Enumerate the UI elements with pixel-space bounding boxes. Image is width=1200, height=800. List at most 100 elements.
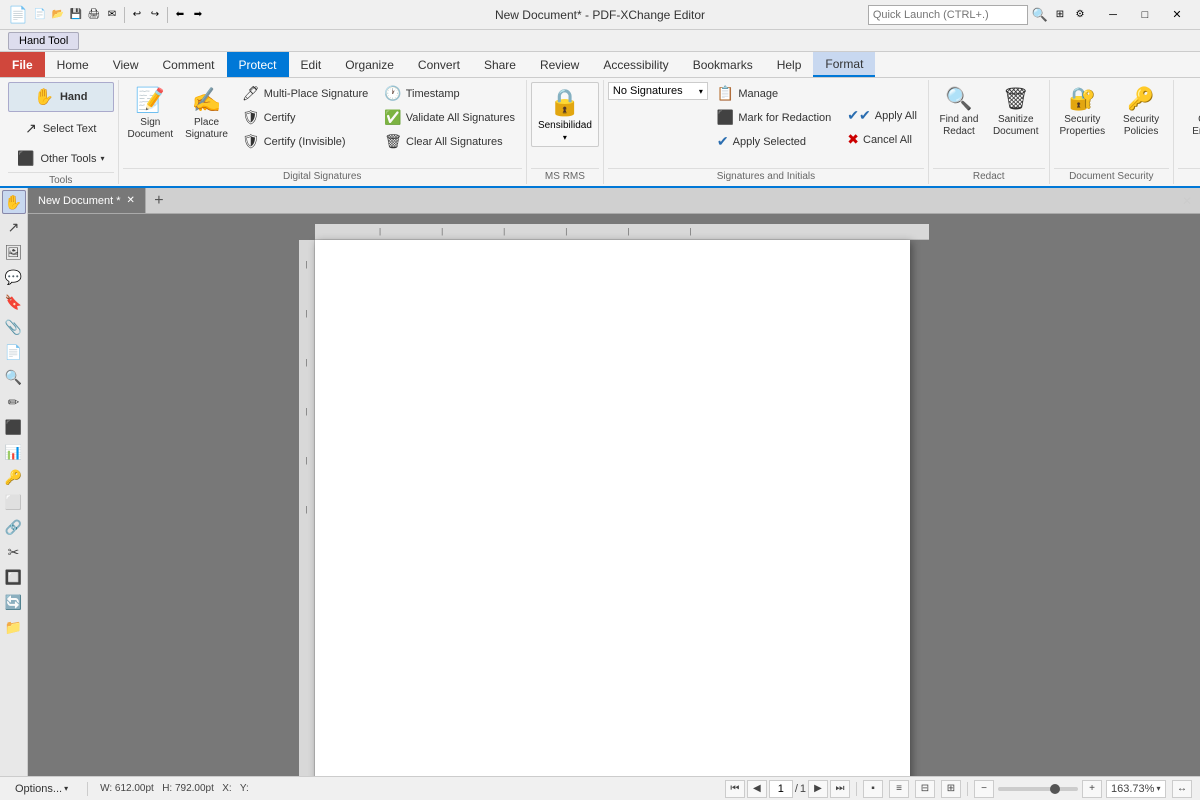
menu-comment[interactable]: Comment xyxy=(150,52,226,77)
document-area: New Document * ✕ + ✕ | | | | | | xyxy=(28,188,1200,776)
docusign-content: ✉ Create Envelope 📝 Sign with DocuSign 📤… xyxy=(1178,82,1200,168)
apply-all-button[interactable]: ✔✔ Apply All xyxy=(840,104,924,127)
find-redact-button[interactable]: 🔍 Find andRedact xyxy=(933,82,985,142)
facing-view-button[interactable]: ⊟ xyxy=(915,780,935,798)
sensibilidad-button[interactable]: 🔒 Sensibilidad ▾ xyxy=(531,82,599,147)
sidebar-hand-tool[interactable]: ✋ xyxy=(2,190,26,214)
menu-organize[interactable]: Organize xyxy=(333,52,406,77)
back-icon[interactable]: ⬅ xyxy=(172,7,188,23)
open-icon[interactable]: 📂 xyxy=(50,7,66,23)
menu-file[interactable]: File xyxy=(0,52,45,77)
sidebar-search[interactable]: 🔍 xyxy=(2,365,26,389)
mark-redaction-button[interactable]: ⬛ Mark for Redaction xyxy=(710,106,838,129)
place-signature-button[interactable]: ✍ PlaceSignature xyxy=(180,82,233,145)
clear-all-button[interactable]: 🗑 Clear All Signatures xyxy=(377,130,522,153)
tab-bar-close-button[interactable]: ✕ xyxy=(1174,188,1200,213)
security-properties-button[interactable]: 🔐 SecurityProperties xyxy=(1054,82,1112,142)
doc-tab-close-button[interactable]: ✕ xyxy=(127,195,135,206)
menu-accessibility[interactable]: Accessibility xyxy=(591,52,680,77)
sidebar-attach[interactable]: 📎 xyxy=(2,315,26,339)
quick-launch-input[interactable] xyxy=(868,5,1028,25)
apply-selected-button[interactable]: ✔ Apply Selected xyxy=(710,130,838,153)
new-tab-button[interactable]: + xyxy=(146,188,172,213)
sanitize-button[interactable]: 🗑 SanitizeDocument xyxy=(987,82,1045,142)
sidebar-link[interactable]: 🔗 xyxy=(2,515,26,539)
sig-col2: ✔✔ Apply All ✖ Cancel All xyxy=(840,104,924,151)
status-bar: Options... ▾ W: 612.00pt H: 792.00pt X: … xyxy=(0,776,1200,800)
sidebar-chart[interactable]: 📊 xyxy=(2,440,26,464)
validate-label: Validate All Signatures xyxy=(406,112,515,124)
menu-help[interactable]: Help xyxy=(765,52,814,77)
menu-home[interactable]: Home xyxy=(45,52,101,77)
dig-sig-col2: 🕐 Timestamp ✅ Validate All Signatures 🗑 … xyxy=(377,82,522,153)
zoom-out-button[interactable]: − xyxy=(974,780,994,798)
timestamp-button[interactable]: 🕐 Timestamp xyxy=(377,82,522,105)
sidebar-select2[interactable]: 🔲 xyxy=(2,565,26,589)
zoom-slider[interactable] xyxy=(998,787,1078,791)
zoom-level-selector[interactable]: 163.73% ▾ xyxy=(1106,780,1166,798)
sidebar-comment[interactable]: 💬 xyxy=(2,265,26,289)
maximize-button[interactable]: □ xyxy=(1130,5,1160,25)
next-page-button[interactable]: ▶ xyxy=(808,780,828,798)
zoom-in-button[interactable]: + xyxy=(1082,780,1102,798)
email-icon[interactable]: ✉ xyxy=(104,7,120,23)
sidebar-rect[interactable]: ⬜ xyxy=(2,490,26,514)
other-tools-button[interactable]: ⬛ Other Tools ▾ xyxy=(8,145,114,172)
sig-initials-label: Signatures and Initials xyxy=(608,168,924,182)
select-text-button[interactable]: ↗ Select Text xyxy=(8,115,114,142)
security-policies-button[interactable]: 🔑 SecurityPolicies xyxy=(1113,82,1169,142)
doc-tab-new-document[interactable]: New Document * ✕ xyxy=(28,188,146,213)
sidebar-rotate[interactable]: 🔄 xyxy=(2,590,26,614)
redo-icon[interactable]: ↪ xyxy=(147,7,163,23)
close-button[interactable]: ✕ xyxy=(1162,5,1192,25)
facing-continuous-button[interactable]: ⊞ xyxy=(941,780,961,798)
minimize-button[interactable]: ─ xyxy=(1098,5,1128,25)
new-icon[interactable]: 📄 xyxy=(32,7,48,23)
ribbon-group-sig-initials: No Signatures ▾ 📋 Manage ⬛ Mark for Reda… xyxy=(604,80,929,184)
no-signatures-button[interactable]: No Signatures ▾ xyxy=(608,82,708,100)
certify-button[interactable]: 🛡 Certify xyxy=(235,106,375,129)
page-number-input[interactable] xyxy=(769,780,793,798)
sidebar-cut[interactable]: ✂ xyxy=(2,540,26,564)
validate-all-button[interactable]: ✅ Validate All Signatures xyxy=(377,106,522,129)
options-button[interactable]: Options... ▾ xyxy=(8,780,75,798)
menu-edit[interactable]: Edit xyxy=(289,52,334,77)
manage-button[interactable]: 📋 Manage xyxy=(710,82,838,105)
view-toggle-icon[interactable]: ⊞ xyxy=(1052,7,1068,23)
save-icon[interactable]: 💾 xyxy=(68,7,84,23)
print-icon[interactable]: 🖨 xyxy=(86,7,102,23)
single-page-view-button[interactable]: ▪ xyxy=(863,780,883,798)
menu-share[interactable]: Share xyxy=(472,52,528,77)
sidebar-thumbnail[interactable]: 🖼 xyxy=(2,240,26,264)
sign-document-button[interactable]: 📝 SignDocument xyxy=(123,82,179,145)
forward-icon[interactable]: ➡ xyxy=(190,7,206,23)
sidebar-bookmark[interactable]: 🔖 xyxy=(2,290,26,314)
zoom-thumb[interactable] xyxy=(1050,784,1060,794)
menu-protect[interactable]: Protect xyxy=(227,52,289,77)
sidebar-key[interactable]: 🔑 xyxy=(2,465,26,489)
cancel-all-button[interactable]: ✖ Cancel All xyxy=(840,128,924,151)
multi-place-sig-button[interactable]: 🖊 Multi-Place Signature xyxy=(235,82,375,105)
menu-view[interactable]: View xyxy=(101,52,151,77)
sign-document-label: SignDocument xyxy=(128,117,174,141)
create-envelope-button[interactable]: ✉ Create Envelope xyxy=(1178,82,1200,142)
sidebar-page[interactable]: 📄 xyxy=(2,340,26,364)
menu-review[interactable]: Review xyxy=(528,52,591,77)
first-page-button[interactable]: ⏮ xyxy=(725,780,745,798)
sidebar-fill[interactable]: ⬛ xyxy=(2,415,26,439)
settings-icon[interactable]: ⚙ xyxy=(1072,7,1088,23)
sidebar-select-tool[interactable]: ↗ xyxy=(2,215,26,239)
menu-convert[interactable]: Convert xyxy=(406,52,472,77)
continuous-view-button[interactable]: ≡ xyxy=(889,780,909,798)
certify-invisible-button[interactable]: 🛡 Certify (Invisible) xyxy=(235,130,375,153)
prev-page-button[interactable]: ◀ xyxy=(747,780,767,798)
hand-button[interactable]: ✋ Hand xyxy=(8,82,114,112)
menu-bookmarks[interactable]: Bookmarks xyxy=(681,52,765,77)
sidebar-folder[interactable]: 📁 xyxy=(2,615,26,639)
menu-format[interactable]: Format xyxy=(813,52,875,77)
sidebar-edit[interactable]: ✏ xyxy=(2,390,26,414)
other-tools-label: Other Tools xyxy=(40,153,96,165)
fit-width-button[interactable]: ↔ xyxy=(1172,780,1192,798)
last-page-button[interactable]: ⏭ xyxy=(830,780,850,798)
undo-icon[interactable]: ↩ xyxy=(129,7,145,23)
